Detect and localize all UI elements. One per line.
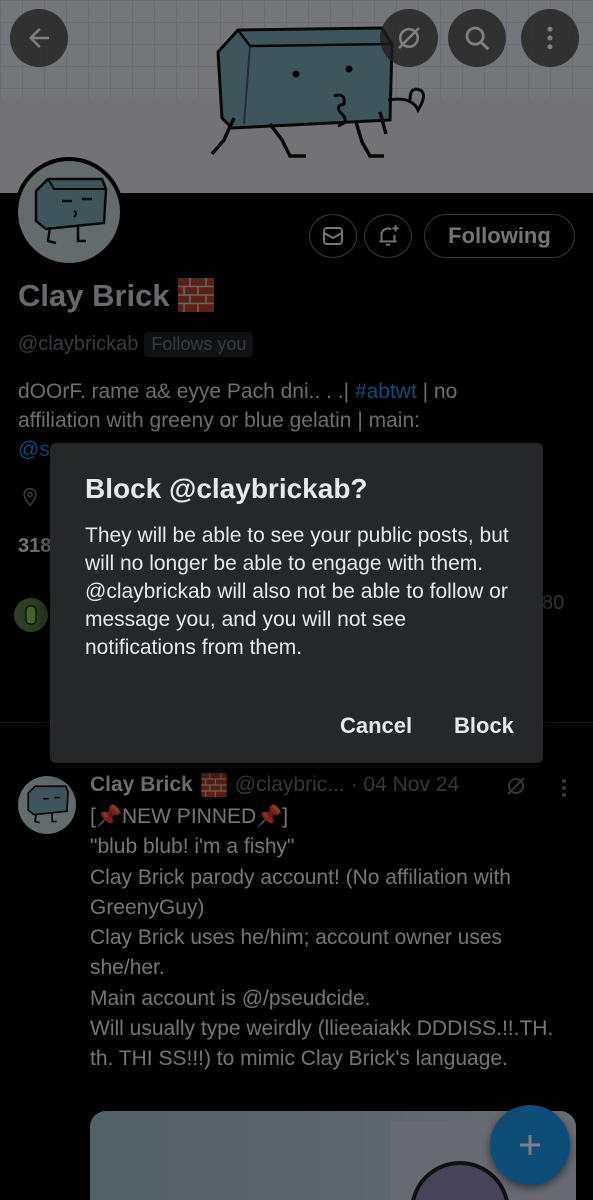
block-confirm-button[interactable]: Block (454, 713, 514, 739)
dialog-message: They will be able to see your public pos… (85, 524, 509, 659)
dialog-title: Block @claybrickab? (85, 473, 368, 504)
block-dialog: Block @claybrickab? They will be able to… (50, 443, 543, 763)
cancel-button[interactable]: Cancel (340, 713, 412, 739)
